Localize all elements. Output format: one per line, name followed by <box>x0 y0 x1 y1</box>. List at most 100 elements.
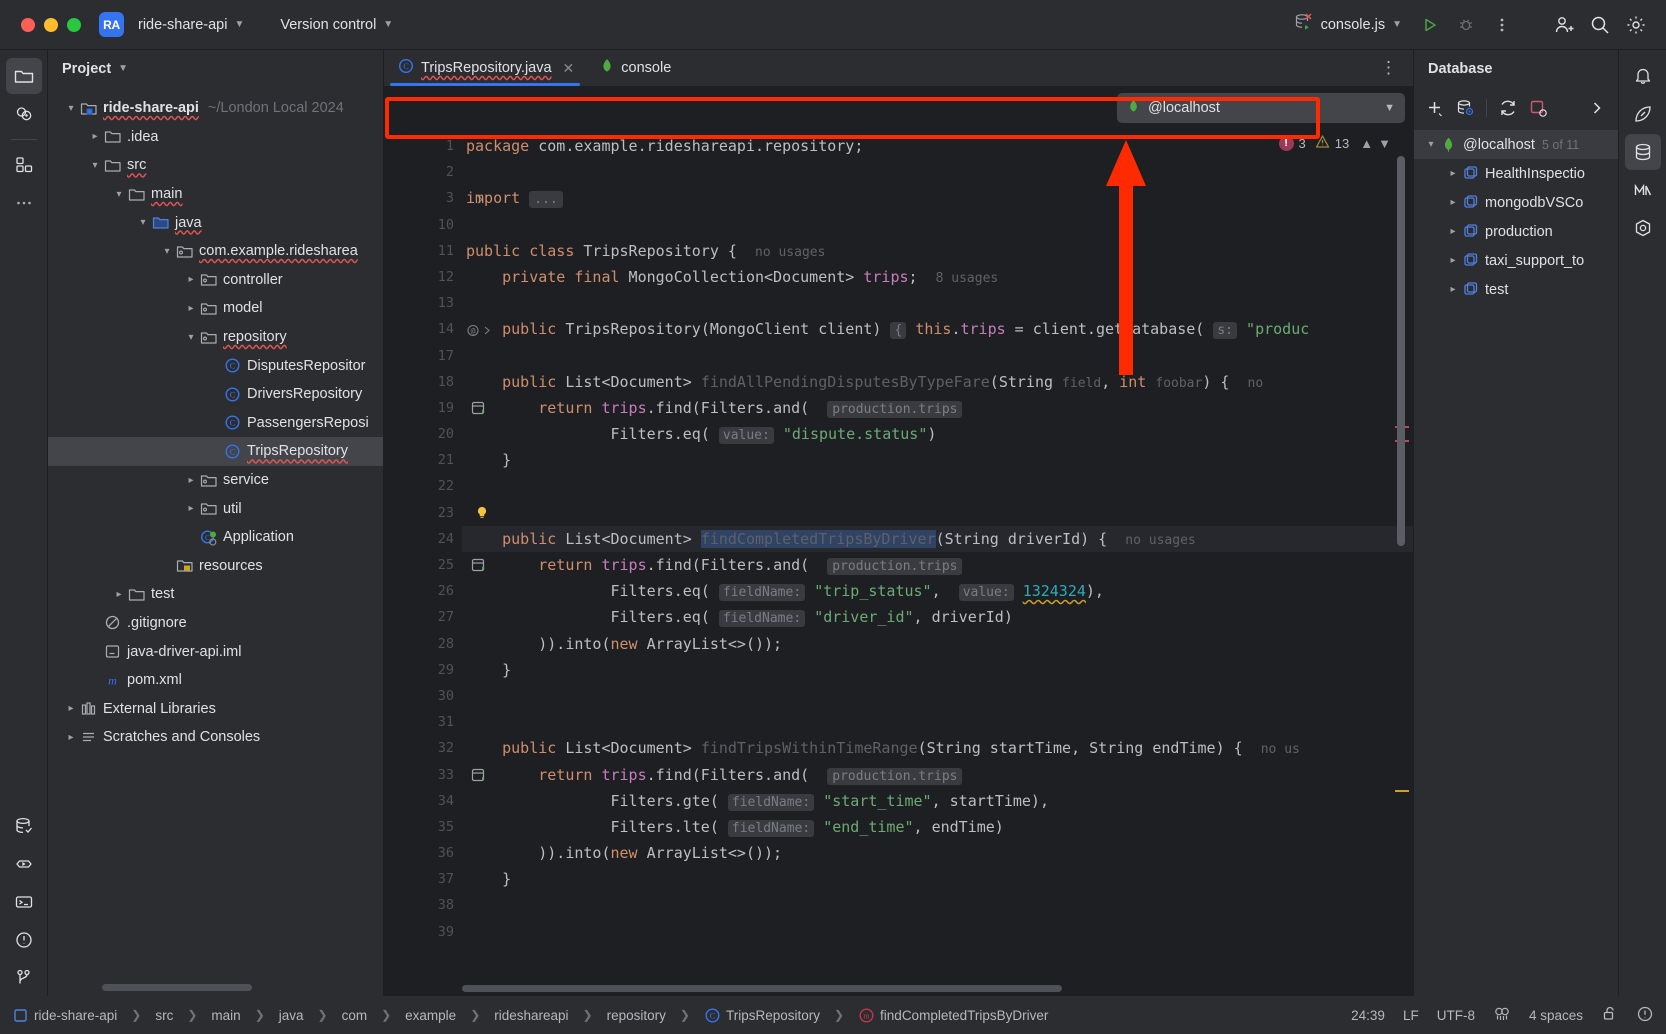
line-number[interactable]: 39 <box>384 919 462 945</box>
sidebar-item-run[interactable] <box>6 846 42 882</box>
project-tree-item[interactable]: ▸ .idea <box>48 123 383 152</box>
tab-console[interactable]: console <box>586 50 683 86</box>
line-number[interactable]: 11 <box>384 238 462 264</box>
tree-expand-arrow-icon[interactable]: ▾ <box>62 103 80 114</box>
line-number[interactable]: 32 <box>384 735 462 761</box>
indent-setting[interactable]: 4 spaces <box>1529 1008 1583 1023</box>
database-tree-item[interactable]: ▸ mongodbVSCo <box>1414 188 1618 217</box>
breadcrumb-item[interactable]: rideshareapi <box>494 1008 568 1023</box>
code-line[interactable]: Filters.gte( fieldName: "start_time", st… <box>462 788 1413 814</box>
expand-toolbar-button[interactable] <box>1584 95 1610 121</box>
line-number[interactable]: 33 <box>384 762 485 788</box>
line-number[interactable]: 1 <box>384 133 462 159</box>
code-line[interactable] <box>462 683 1413 709</box>
sidebar-item-project[interactable] <box>5 58 42 94</box>
more-options-button[interactable] <box>1486 9 1518 41</box>
code-line[interactable]: public List<Document> findTripsWithinTim… <box>462 735 1413 761</box>
line-number[interactable]: 30 <box>384 683 462 709</box>
tree-expand-arrow-icon[interactable]: ▸ <box>1444 168 1462 179</box>
close-icon[interactable]: ✕ <box>563 60 575 77</box>
project-name-menu[interactable]: ride-share-api ▼ <box>130 10 252 40</box>
add-data-source-button[interactable] <box>1422 95 1448 121</box>
project-tree-item[interactable]: C Application <box>48 523 383 552</box>
line-number[interactable]: 27 <box>384 604 462 630</box>
stop-refresh-button[interactable] <box>1525 95 1551 121</box>
breadcrumb-item[interactable]: ride-share-api <box>12 1007 117 1024</box>
line-number[interactable]: 26 <box>384 578 462 604</box>
project-tree-item[interactable]: resources <box>48 552 383 581</box>
project-tree-item[interactable]: ▸ service <box>48 466 383 495</box>
maven-button[interactable] <box>1625 172 1661 208</box>
unlocked-icon[interactable] <box>1601 1005 1618 1025</box>
breadcrumb-item[interactable]: main <box>211 1008 240 1023</box>
code-line[interactable]: public List<Document> findAllPendingDisp… <box>462 369 1413 395</box>
inspections-widget[interactable]: ! 3 13 ▲ ▼ <box>1278 134 1391 152</box>
sidebar-item-problems[interactable] <box>6 922 42 958</box>
project-tree-item[interactable]: ▸ Scratches and Consoles <box>48 723 383 752</box>
tree-expand-arrow-icon[interactable]: ▸ <box>182 274 200 285</box>
editor-horizontal-scrollbar[interactable] <box>462 985 1062 992</box>
tree-expand-arrow-icon[interactable]: ▾ <box>1422 139 1440 150</box>
line-number[interactable]: 14 @ <box>384 316 490 342</box>
code-line[interactable]: Filters.eq( fieldName: "trip_status", va… <box>462 578 1413 604</box>
line-number[interactable]: 10 <box>384 212 462 238</box>
project-tree-item[interactable]: C PassengersReposi <box>48 409 383 438</box>
code-line[interactable]: import ... <box>462 185 1413 211</box>
chevron-down-icon[interactable]: ▼ <box>118 64 128 74</box>
tree-expand-arrow-icon[interactable]: ▾ <box>158 246 176 257</box>
project-tree-item[interactable]: ▸ test <box>48 580 383 609</box>
breadcrumb-item[interactable]: java <box>279 1008 304 1023</box>
chevron-down-icon[interactable]: ▼ <box>1378 137 1391 150</box>
line-number[interactable]: 22 <box>384 473 462 499</box>
chevron-up-icon[interactable]: ▲ <box>1360 137 1373 150</box>
code-line[interactable]: return trips.find(Filters.and( productio… <box>462 395 1413 421</box>
line-number[interactable]: 24 <box>384 526 462 552</box>
refresh-button[interactable] <box>1495 95 1521 121</box>
line-number[interactable]: 21 <box>384 447 462 473</box>
database-tree-item[interactable]: ▸ test <box>1414 275 1618 304</box>
version-control-menu[interactable]: Version control ▼ <box>272 10 401 40</box>
code-line[interactable]: public List<Document> findCompletedTrips… <box>462 525 1413 552</box>
tree-expand-arrow-icon[interactable]: ▸ <box>1444 226 1462 237</box>
database-tree-item[interactable]: ▸ taxi_support_to <box>1414 246 1618 275</box>
project-tree-item[interactable]: ▾ repository <box>48 323 383 352</box>
breadcrumb-item[interactable]: example <box>405 1008 456 1023</box>
project-horizontal-scrollbar[interactable] <box>102 984 252 991</box>
code-line[interactable]: )).into(new ArrayList<>()); <box>462 840 1413 866</box>
run-configuration-selector[interactable]: console.js ▼ <box>1286 10 1410 40</box>
breadcrumb-item[interactable]: C TripsRepository <box>704 1007 820 1024</box>
project-tree-item[interactable]: C DriversRepository <box>48 380 383 409</box>
line-number[interactable]: 3 <box>384 185 483 211</box>
data-source-properties-button[interactable] <box>1452 95 1478 121</box>
sidebar-item-terminal[interactable] <box>6 884 42 920</box>
settings-icon[interactable] <box>1620 9 1652 41</box>
project-tree[interactable]: ▾ ride-share-api ~/London Local 2024 ▸ .idea… <box>48 88 383 996</box>
code-line[interactable] <box>462 473 1413 499</box>
code-line[interactable]: } <box>462 866 1413 892</box>
tree-expand-arrow-icon[interactable]: ▾ <box>134 217 152 228</box>
line-number[interactable]: 12 <box>384 264 462 290</box>
sidebar-item-more[interactable] <box>6 185 42 221</box>
code-line[interactable] <box>462 290 1413 316</box>
add-account-button[interactable] <box>1548 9 1580 41</box>
code-line[interactable]: private final MongoCollection<Document> … <box>462 264 1413 290</box>
breadcrumb-item[interactable]: com <box>342 1008 368 1023</box>
debug-button[interactable] <box>1450 9 1482 41</box>
tree-expand-arrow-icon[interactable]: ▾ <box>86 160 104 171</box>
database-tree-item[interactable]: ▾ @localhost 5 of 11 <box>1414 130 1618 159</box>
tree-expand-arrow-icon[interactable]: ▸ <box>62 703 80 714</box>
chevron-down-icon[interactable]: ▼ <box>1384 102 1395 114</box>
code-line[interactable]: package com.example.rideshareapi.reposit… <box>462 133 1413 159</box>
file-encoding[interactable]: UTF-8 <box>1437 1008 1475 1023</box>
editor-options-icon[interactable]: ⋮ <box>1374 50 1403 86</box>
code-line[interactable] <box>462 709 1413 735</box>
line-number[interactable]: 25 <box>384 552 485 578</box>
project-tree-item[interactable]: ▾ src <box>48 151 383 180</box>
line-number[interactable]: 20 <box>384 421 462 447</box>
line-number[interactable]: 36 <box>384 840 462 866</box>
line-separator[interactable]: LF <box>1403 1008 1419 1023</box>
line-number[interactable]: 18 <box>384 369 462 395</box>
ai-assistant-button[interactable] <box>1625 96 1661 132</box>
tree-expand-arrow-icon[interactable]: ▸ <box>110 589 128 600</box>
tree-expand-arrow-icon[interactable]: ▸ <box>182 475 200 486</box>
